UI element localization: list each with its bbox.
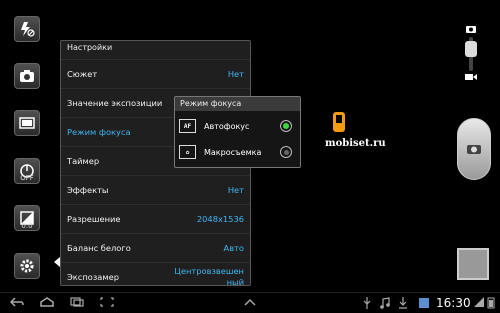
timer-off-label: OFF [20, 174, 34, 182]
row-value: Авто [223, 242, 244, 253]
settings-gear-icon[interactable] [14, 253, 40, 279]
battery-icon [487, 297, 495, 309]
row-label: Баланс белого [67, 243, 131, 253]
settings-row-scene[interactable]: Сюжет Нет [61, 59, 250, 88]
shutter-camera-icon [467, 145, 481, 154]
row-label: Разрешение [67, 214, 121, 224]
exposure-label: 0.0 [21, 222, 33, 230]
download-icon [399, 297, 407, 309]
row-value: Нет [227, 68, 244, 79]
row-value: 2048x1536 [196, 213, 244, 224]
back-icon[interactable] [10, 297, 24, 307]
status-clock: 16:30 [436, 296, 471, 310]
watermark-text: mobiset.ru [325, 138, 386, 149]
macro-icon: ✿ [179, 145, 196, 159]
row-label: Эффекты [67, 185, 109, 195]
settings-row-metering[interactable]: Экспозамер Центровзвешен ный [61, 262, 250, 286]
flash-off-icon[interactable] [14, 16, 40, 42]
settings-row-resolution[interactable]: Разрешение 2048x1536 [61, 204, 250, 233]
row-label: Значение экспозиции [67, 98, 163, 108]
autofocus-icon: AF [179, 119, 196, 133]
scene-icon[interactable] [14, 110, 40, 136]
focus-option-autofocus[interactable]: AF Автофокус [175, 113, 300, 139]
left-toolbar: OFF 0.0 [0, 0, 52, 292]
option-label: Макросъемка [204, 147, 262, 157]
usb-icon [363, 297, 371, 309]
shutter-button[interactable] [457, 118, 491, 180]
row-label: Сюжет [67, 69, 98, 79]
chevron-up-icon[interactable] [243, 297, 257, 307]
screenshot-icon[interactable] [100, 297, 114, 307]
popup-title: Режим фокуса [175, 97, 300, 111]
radio-selected[interactable] [280, 120, 292, 132]
settings-title: Настройки [67, 43, 113, 52]
row-label: Экспозамер [67, 272, 119, 282]
radio-unselected[interactable] [280, 146, 292, 158]
focus-option-macro[interactable]: ✿ Макросъемка [175, 139, 300, 165]
video-icon [465, 74, 477, 80]
row-label: Режим фокуса [67, 127, 131, 137]
focus-mode-popup: Режим фокуса AF Автофокус ✿ Макросъемка [174, 96, 301, 168]
right-toolbar [445, 0, 500, 292]
gallery-thumbnail[interactable] [457, 248, 489, 280]
settings-row-effects[interactable]: Эффекты Нет [61, 175, 250, 204]
music-note-icon [380, 297, 390, 309]
row-value: Центровзвешен ный [174, 266, 244, 286]
option-label: Автофокус [204, 121, 250, 131]
wifi-icon [474, 297, 484, 307]
row-value: Нет [227, 184, 244, 195]
system-navbar: 16:30 [0, 292, 500, 313]
row-label: Таймер [67, 156, 100, 166]
camera-mode-icon[interactable] [14, 63, 40, 89]
home-icon[interactable] [40, 297, 54, 307]
gallery-notify-icon [419, 298, 429, 308]
settings-row-white-balance[interactable]: Баланс белого Авто [61, 233, 250, 262]
mobiset-logo [333, 112, 345, 132]
recent-apps-icon[interactable] [70, 297, 84, 307]
camera-video-toggle[interactable] [465, 25, 477, 79]
